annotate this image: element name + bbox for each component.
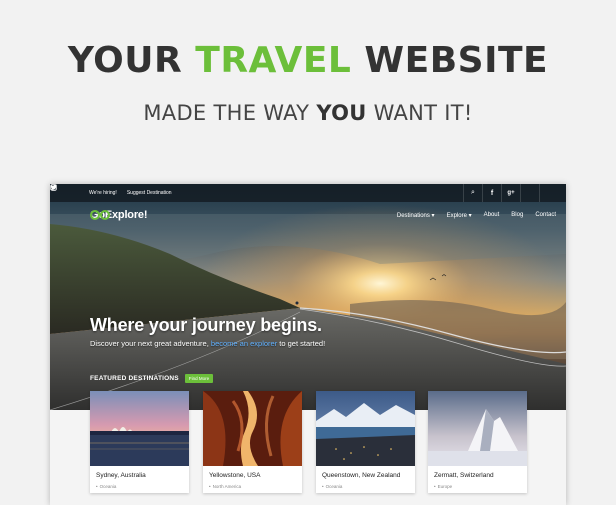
region-text: Oceania: [325, 484, 343, 489]
search-icon[interactable]: ⌕: [463, 184, 482, 202]
card-region: • Oceania: [96, 484, 116, 489]
facebook-icon[interactable]: f: [482, 184, 501, 202]
subline-text: Discover your next great adventure,: [90, 339, 209, 348]
headline-word: YOUR: [67, 40, 183, 81]
nav-blog[interactable]: Blog: [511, 212, 523, 219]
map-pin-icon: •: [322, 484, 324, 489]
region-text: North America: [212, 484, 242, 489]
nav-explore[interactable]: Explore ▾: [447, 212, 472, 219]
region-text: Oceania: [99, 484, 117, 489]
subline-text: to get started!: [279, 339, 326, 348]
subhead-bold-text: YOU: [316, 101, 367, 125]
subhead-text: MADE THE WAY: [143, 101, 310, 125]
card-region: • North America: [209, 484, 241, 489]
nav-destinations[interactable]: Destinations ▾: [397, 212, 435, 219]
main-nav: Destinations ▾ Explore ▾ About Blog Cont…: [385, 212, 556, 219]
featured-header: FEATURED DESTINATIONS Find More: [90, 374, 214, 383]
destination-card[interactable]: Sydney, Australia • Oceania: [90, 391, 189, 493]
featured-heading: FEATURED DESTINATIONS: [90, 375, 179, 382]
map-pin-icon: •: [96, 484, 98, 489]
topbar-icons: ⌕ f g+: [50, 184, 558, 202]
card-title: Zermatt, Switzerland: [434, 472, 494, 479]
nav-about[interactable]: About: [484, 212, 500, 219]
map-pin-icon: •: [434, 484, 436, 489]
queenstown-image: [316, 391, 415, 466]
suggest-destination-link[interactable]: Suggest Destination: [127, 190, 172, 196]
card-region: • Oceania: [322, 484, 342, 489]
instagram-icon[interactable]: [50, 184, 558, 202]
website-preview: We're hiring! Suggest Destination ⌕ f g+: [50, 184, 566, 505]
destination-card[interactable]: Queenstown, New Zealand • Oceania: [316, 391, 415, 493]
site-logo[interactable]: GoExplore!: [90, 209, 147, 221]
card-region: • Europe: [434, 484, 452, 489]
card-title: Queenstown, New Zealand: [322, 472, 401, 479]
subhead-text: WANT IT!: [373, 101, 473, 125]
headline-accent-word: TRAVEL: [195, 40, 352, 81]
top-bar: We're hiring! Suggest Destination ⌕ f g+: [50, 184, 566, 202]
destination-card[interactable]: Yellowstone, USA • North America: [203, 391, 302, 493]
card-title: Sydney, Australia: [96, 472, 146, 479]
hiring-link[interactable]: We're hiring!: [89, 190, 117, 196]
region-text: Europe: [437, 484, 453, 489]
find-more-button[interactable]: Find More: [184, 374, 214, 383]
twitter-icon[interactable]: [50, 184, 539, 202]
hero-subline: Discover your next great adventure, beco…: [90, 339, 325, 348]
sydney-image: [90, 391, 189, 466]
google-plus-icon[interactable]: g+: [501, 184, 520, 202]
nav-contact[interactable]: Contact: [535, 212, 556, 219]
page-headline: YOUR TRAVEL WEBSITE: [0, 40, 616, 81]
canyon-image: [203, 391, 302, 466]
hero-image: We're hiring! Suggest Destination ⌕ f g+: [50, 184, 566, 410]
hero-tagline: Where your journey begins.: [90, 315, 322, 335]
headline-word: WEBSITE: [364, 40, 549, 81]
destination-card[interactable]: Zermatt, Switzerland • Europe: [428, 391, 527, 493]
become-explorer-link[interactable]: become an explorer: [211, 339, 277, 348]
map-pin-icon: •: [209, 484, 211, 489]
page-subheadline: MADE THE WAY YOU WANT IT!: [0, 101, 616, 125]
card-title: Yellowstone, USA: [209, 472, 261, 479]
binoculars-icon: [90, 210, 110, 220]
zermatt-image: [428, 391, 527, 466]
